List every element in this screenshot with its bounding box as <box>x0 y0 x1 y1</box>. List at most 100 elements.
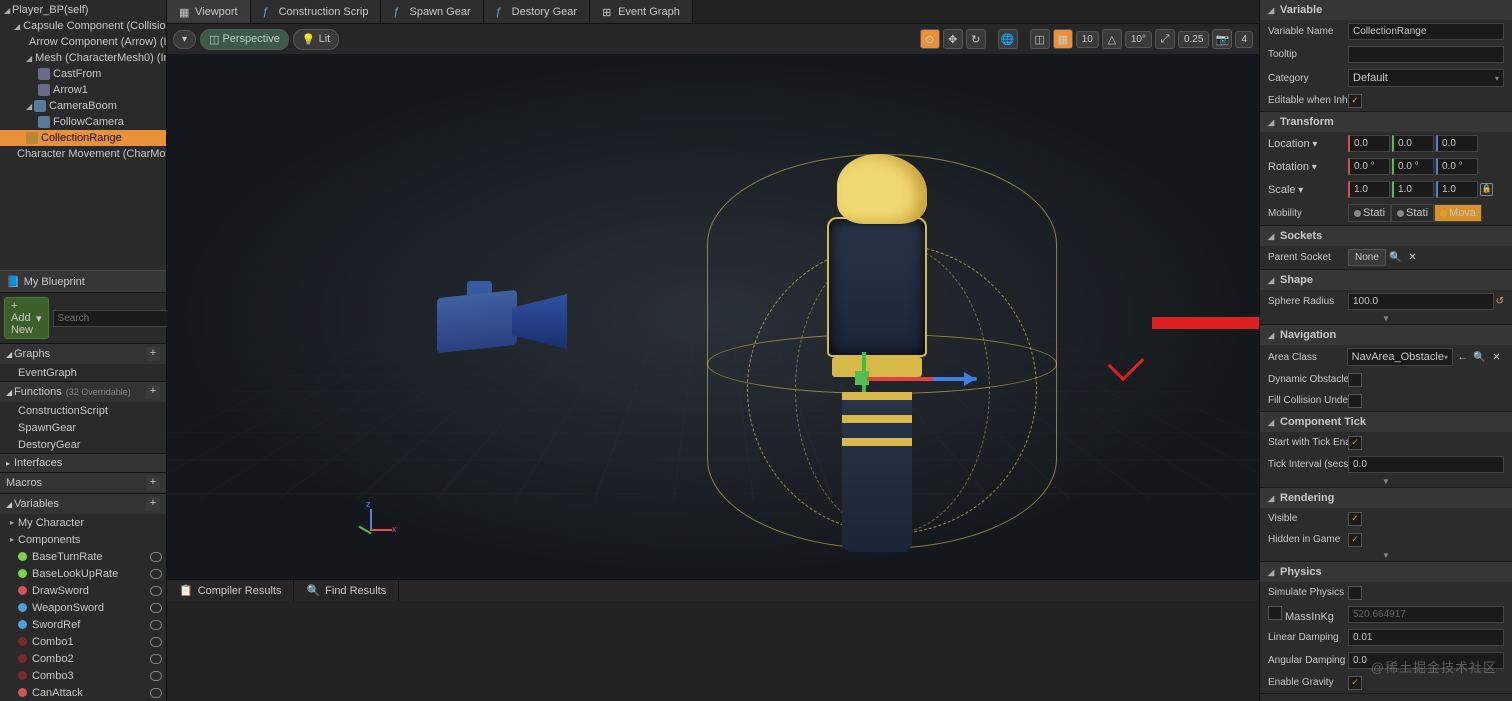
mobility-static-button[interactable]: Stati <box>1348 204 1391 222</box>
angle-snap-value[interactable]: 10° <box>1125 31 1152 48</box>
location-x-input[interactable] <box>1348 135 1390 152</box>
clear-button[interactable]: ✕ <box>1489 350 1504 365</box>
var-combo3[interactable]: Combo3 <box>0 667 166 684</box>
section-macros[interactable]: Macros+ <box>0 473 166 493</box>
surface-snap-button[interactable]: ◫ <box>1030 29 1050 49</box>
category-dropdown[interactable]: Default <box>1348 69 1504 87</box>
tab-viewport[interactable]: ▦Viewport <box>167 0 251 23</box>
rotation-z-input[interactable] <box>1436 158 1478 175</box>
section-functions[interactable]: ◢Functions(32 Overridable)+ <box>0 382 166 402</box>
eye-icon[interactable] <box>150 586 162 596</box>
start-tick-checkbox[interactable] <box>1348 436 1362 450</box>
expand-shape-button[interactable]: ▼ <box>1260 313 1512 324</box>
sphere-radius-input[interactable] <box>1348 293 1494 310</box>
scale-x-input[interactable] <box>1348 181 1390 198</box>
angle-snap-button[interactable]: △ <box>1102 29 1122 49</box>
select-mode-button[interactable]: ⊙ <box>920 29 940 49</box>
section-interfaces[interactable]: ▸Interfaces <box>0 454 166 472</box>
cat-transform[interactable]: ◢Transform <box>1260 112 1512 132</box>
section-graphs[interactable]: ◢Graphs+ <box>0 344 166 364</box>
tree-followcamera[interactable]: FollowCamera <box>0 114 166 130</box>
tab-find-results[interactable]: 🔍Find Results <box>294 580 399 601</box>
scale-snap-button[interactable]: ⤢ <box>1155 29 1175 49</box>
var-group-components[interactable]: ▸Components <box>0 531 166 548</box>
item-eventgraph[interactable]: EventGraph <box>0 364 166 381</box>
eye-icon[interactable] <box>150 620 162 630</box>
location-y-input[interactable] <box>1392 135 1434 152</box>
hidden-in-game-checkbox[interactable] <box>1348 533 1362 547</box>
find-button[interactable]: 🔍 <box>1472 350 1487 365</box>
area-class-dropdown[interactable]: NavArea_Obstacle <box>1347 348 1453 366</box>
tree-castfrom[interactable]: CastFrom <box>0 66 166 82</box>
visible-checkbox[interactable] <box>1348 512 1362 526</box>
section-variables[interactable]: ◢Variables+ <box>0 494 166 514</box>
var-combo2[interactable]: Combo2 <box>0 650 166 667</box>
camera-speed-value[interactable]: 4 <box>1235 31 1253 48</box>
add-function-button[interactable]: + <box>146 385 160 399</box>
simulate-physics-checkbox[interactable] <box>1348 586 1362 600</box>
tab-eventgraph[interactable]: ⊞Event Graph <box>590 0 693 23</box>
clear-socket-button[interactable]: ✕ <box>1405 250 1420 265</box>
item-destorygear[interactable]: DestoryGear <box>0 436 166 453</box>
editable-checkbox[interactable] <box>1348 94 1362 108</box>
linear-damping-input[interactable] <box>1348 629 1504 646</box>
add-macro-button[interactable]: + <box>146 476 160 490</box>
tree-charmovement[interactable]: Character Movement (CharMov <box>0 146 166 162</box>
var-baseturnrate[interactable]: BaseTurnRate <box>0 548 166 565</box>
var-canattack[interactable]: CanAttack <box>0 684 166 701</box>
perspective-button[interactable]: ◫Perspective <box>200 29 289 50</box>
viewport-menu-button[interactable]: ▾ <box>173 30 196 49</box>
tooltip-input[interactable] <box>1348 46 1504 63</box>
location-z-input[interactable] <box>1436 135 1478 152</box>
eye-icon[interactable] <box>150 603 162 613</box>
scale-z-input[interactable] <box>1436 181 1478 198</box>
scale-lock-button[interactable]: 🔒 <box>1480 183 1493 196</box>
item-spawngear[interactable]: SpawnGear <box>0 419 166 436</box>
var-weaponsword[interactable]: WeaponSword <box>0 599 166 616</box>
tree-collectionrange[interactable]: CollectionRange <box>0 130 166 146</box>
scale-y-input[interactable] <box>1392 181 1434 198</box>
lit-button[interactable]: 💡Lit <box>293 29 339 50</box>
cat-shape[interactable]: ◢Shape <box>1260 270 1512 290</box>
cat-navigation[interactable]: ◢Navigation <box>1260 325 1512 345</box>
eye-icon[interactable] <box>150 688 162 698</box>
mobility-stationary-button[interactable]: Stati <box>1391 204 1434 222</box>
expand-rendering-button[interactable]: ▼ <box>1260 550 1512 561</box>
tab-construction[interactable]: ƒConstruction Scrip <box>251 0 382 23</box>
eye-icon[interactable] <box>150 637 162 647</box>
enable-gravity-checkbox[interactable] <box>1348 676 1362 690</box>
cat-sockets[interactable]: ◢Sockets <box>1260 226 1512 246</box>
rotation-y-input[interactable] <box>1392 158 1434 175</box>
eye-icon[interactable] <box>150 569 162 579</box>
tree-cameraboom[interactable]: ◢CameraBoom <box>0 98 166 114</box>
var-swordref[interactable]: SwordRef <box>0 616 166 633</box>
viewport-3d[interactable]: z x <box>167 54 1259 579</box>
grid-snap-value[interactable]: 10 <box>1076 31 1099 48</box>
reset-radius-button[interactable]: ↺ <box>1496 296 1504 307</box>
tree-root[interactable]: ◢Player_BP(self) <box>0 2 166 18</box>
mobility-movable-button[interactable]: Mova <box>1434 204 1482 222</box>
var-group-mychar[interactable]: ▸My Character <box>0 514 166 531</box>
rotate-mode-button[interactable]: ↻ <box>966 29 986 49</box>
transform-gizmo[interactable] <box>867 364 987 394</box>
tree-arrow1[interactable]: Arrow1 <box>0 82 166 98</box>
var-combo1[interactable]: Combo1 <box>0 633 166 650</box>
grid-snap-button[interactable]: ▦ <box>1053 29 1073 49</box>
tab-destorygear[interactable]: ƒDestory Gear <box>484 0 590 23</box>
camera-speed-button[interactable]: 📷 <box>1212 29 1232 49</box>
tree-capsule[interactable]: ◢Capsule Component (Collision) <box>0 18 166 34</box>
dynamic-obstacle-checkbox[interactable] <box>1348 373 1362 387</box>
translate-mode-button[interactable]: ✥ <box>943 29 963 49</box>
coord-button[interactable]: 🌐 <box>998 29 1018 49</box>
search-socket-button[interactable]: 🔍 <box>1388 250 1403 265</box>
browse-button[interactable]: ← <box>1455 350 1470 365</box>
cat-component-tick[interactable]: ◢Component Tick <box>1260 412 1512 432</box>
tree-arrow-comp[interactable]: Arrow Component (Arrow) (In <box>0 34 166 50</box>
variable-name-input[interactable] <box>1348 23 1504 40</box>
expand-tick-button[interactable]: ▼ <box>1260 476 1512 487</box>
add-new-button[interactable]: + Add New▾ <box>4 297 49 339</box>
item-constructionscript[interactable]: ConstructionScript <box>0 402 166 419</box>
eye-icon[interactable] <box>150 552 162 562</box>
cat-physics[interactable]: ◢Physics <box>1260 562 1512 582</box>
fill-collision-checkbox[interactable] <box>1348 394 1362 408</box>
